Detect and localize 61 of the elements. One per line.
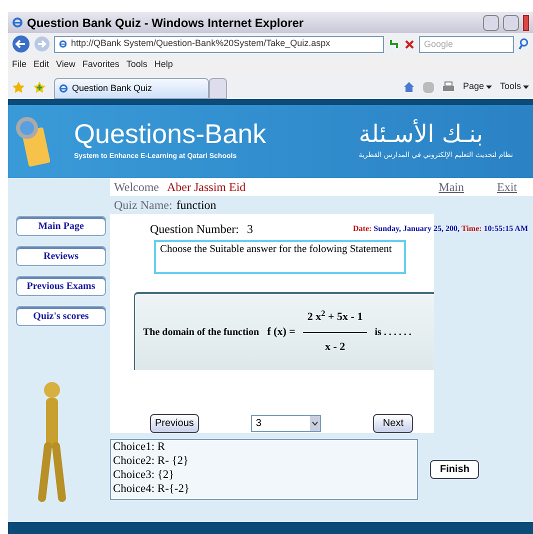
- back-button[interactable]: [12, 35, 30, 53]
- choice-text: Choice4: R-{-2}: [113, 482, 191, 496]
- next-button[interactable]: Next: [372, 414, 414, 433]
- question-number-label: Question Number:: [150, 221, 239, 238]
- search-icon[interactable]: [518, 38, 529, 50]
- instruction-box: Choose the Suitable answer for the folowing Statement: [154, 240, 406, 274]
- menu-item[interactable]: Favorites: [82, 58, 120, 72]
- statement-tail: is . . . . . .: [374, 326, 412, 340]
- previous-button[interactable]: Previous: [150, 414, 199, 433]
- command-menu[interactable]: Page: [462, 80, 492, 94]
- close-button[interactable]: [523, 14, 529, 30]
- menu-item[interactable]: Help: [154, 58, 173, 72]
- user-name: Aber Jassim Eid: [167, 179, 247, 196]
- add-favorite-icon[interactable]: [33, 80, 46, 94]
- minimize-button[interactable]: [483, 14, 499, 30]
- menu-item[interactable]: File: [12, 58, 27, 72]
- question-select[interactable]: 3: [250, 415, 321, 432]
- date-time-value: Sunday, January 25, 200,: [374, 223, 460, 235]
- forward-button[interactable]: [34, 36, 50, 52]
- nav-link[interactable]: Exit: [497, 178, 517, 196]
- sidebar-item[interactable]: Previous Exams: [16, 276, 106, 296]
- date-time-label: Date:: [353, 223, 372, 235]
- star-icon[interactable]: [12, 80, 25, 94]
- choice-text: Choice2: R- {2}: [113, 454, 190, 468]
- fraction: 2 x$^{2}$ + 5x - 1 x - 2: [303, 309, 367, 355]
- sidebar-item[interactable]: Quiz's scores: [16, 306, 106, 326]
- sidebar-item[interactable]: Main Page: [16, 216, 106, 236]
- date-time-label: Time:: [461, 223, 482, 235]
- browser-tab[interactable]: Question Bank Quiz: [54, 78, 209, 99]
- feed-icon[interactable]: [422, 82, 434, 92]
- maximize-button[interactable]: [503, 14, 519, 30]
- welcome-label: Welcome: [114, 179, 160, 196]
- choice-text: Choice3: {2}: [113, 468, 176, 482]
- statement-text: The domain of the function: [143, 326, 260, 340]
- new-tab-button[interactable]: [209, 78, 227, 99]
- search-field[interactable]: Google: [419, 36, 514, 52]
- caret-icon: [523, 84, 529, 90]
- browser-logo-icon: [12, 17, 23, 28]
- date-time-value: 10:55:15 AM: [484, 223, 528, 235]
- question-number: 3: [247, 221, 253, 238]
- sidebar-item[interactable]: Reviews: [16, 246, 106, 266]
- quiz-name: function: [176, 197, 216, 214]
- printer-icon[interactable]: [442, 81, 455, 93]
- address-field[interactable]: http://QBank System/Question-Bank%20System/Take_Quiz.aspx: [54, 36, 384, 52]
- banner-title: Questions-Bank: [74, 120, 268, 148]
- page-icon: [59, 84, 68, 93]
- home-icon[interactable]: [402, 81, 415, 93]
- quiz-name-label: Quiz Name:: [114, 197, 172, 214]
- command-menu[interactable]: Tools: [500, 80, 529, 94]
- stop-icon[interactable]: [404, 38, 415, 50]
- menu-item[interactable]: Edit: [34, 58, 50, 72]
- function-expression: f (x) =: [267, 324, 296, 340]
- window-title: Question Bank Quiz - Windows Internet Explorer: [27, 14, 305, 32]
- caret-icon: [486, 84, 492, 90]
- menu-item[interactable]: View: [56, 58, 76, 72]
- question-document-icon: [16, 116, 50, 166]
- choice-text: Choice1: R: [113, 440, 166, 454]
- nav-link[interactable]: Main: [438, 178, 464, 196]
- menu-item[interactable]: Tools: [126, 58, 148, 72]
- finish-button[interactable]: Finish: [430, 460, 480, 479]
- page-icon: [59, 40, 67, 48]
